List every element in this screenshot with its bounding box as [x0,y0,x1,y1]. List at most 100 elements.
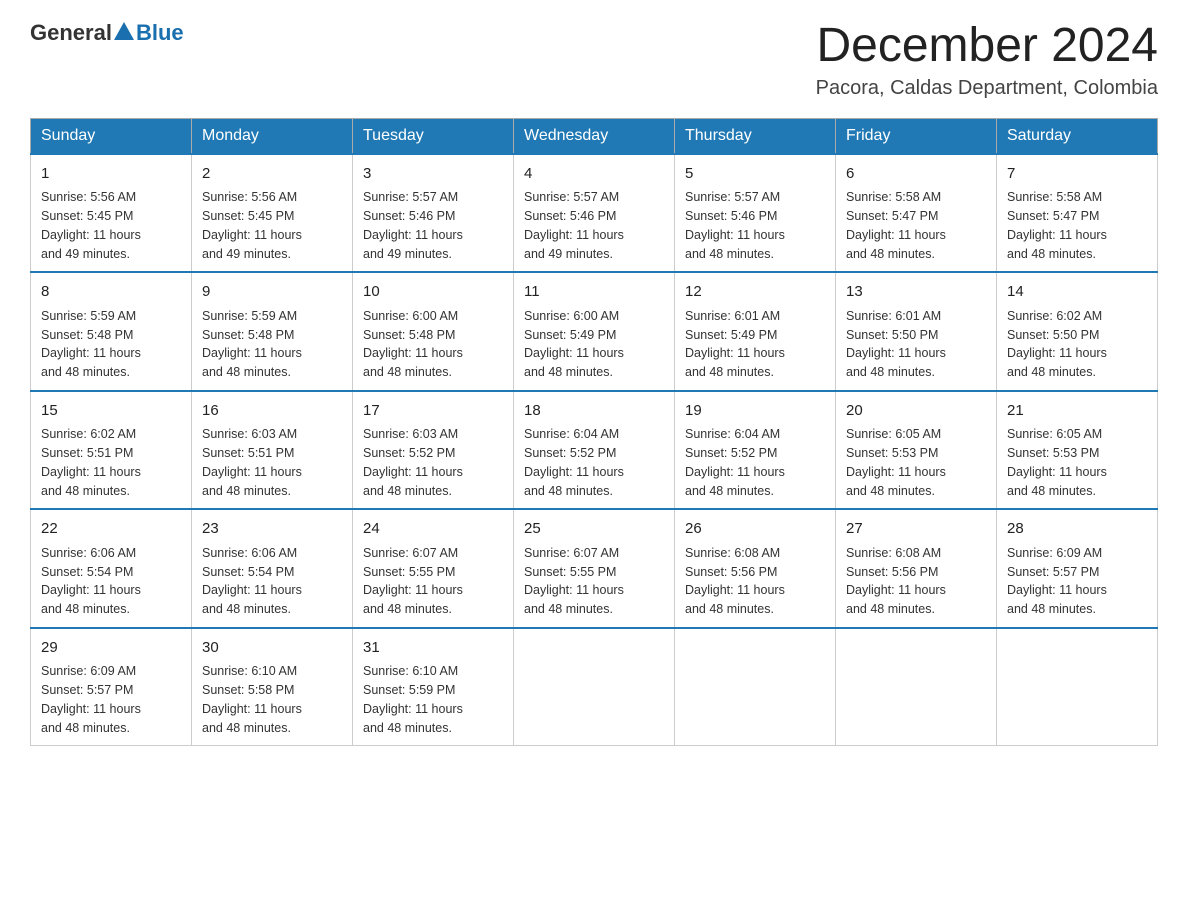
calendar-cell: 10Sunrise: 6:00 AMSunset: 5:48 PMDayligh… [353,272,514,391]
day-info: Sunrise: 6:03 AMSunset: 5:51 PMDaylight:… [202,425,342,500]
day-number: 28 [1007,518,1147,541]
day-info: Sunrise: 6:08 AMSunset: 5:56 PMDaylight:… [846,544,986,619]
calendar-cell: 23 Sunrise: 6:06 AMSunset: 5:54 PMDayligh… [192,509,353,628]
day-info: Sunrise: 5:59 AMSunset: 5:48 PMDaylight:… [41,307,181,382]
day-info: Sunrise: 5:57 AMSunset: 5:46 PMDaylight:… [524,188,664,263]
page-title: December 2024 [816,20,1158,73]
calendar-cell: 24 Sunrise: 6:07 AMSunset: 5:55 PMDayligh… [353,509,514,628]
calendar-cell: 29Sunrise: 6:09 AMSunset: 5:57 PMDayligh… [31,628,192,746]
calendar-cell: 1Sunrise: 5:56 AMSunset: 5:45 PMDaylight… [31,154,192,273]
day-number: 7 [1007,163,1147,186]
calendar-table: SundayMondayTuesdayWednesdayThursdayFrid… [30,118,1158,747]
day-info: Sunrise: 6:04 AMSunset: 5:52 PMDaylight:… [524,425,664,500]
day-info: Sunrise: 5:57 AMSunset: 5:46 PMDaylight:… [363,188,503,263]
day-info: Sunrise: 6:10 AMSunset: 5:59 PMDaylight:… [363,662,503,737]
day-number: 5 [685,163,825,186]
day-of-week-header: Saturday [997,118,1158,154]
calendar-cell [836,628,997,746]
calendar-cell: 31Sunrise: 6:10 AMSunset: 5:59 PMDayligh… [353,628,514,746]
day-number: 1 [41,163,181,186]
calendar-cell: 17Sunrise: 6:03 AMSunset: 5:52 PMDayligh… [353,391,514,510]
day-number: 31 [363,637,503,660]
logo: General Blue [30,20,184,46]
day-number: 13 [846,281,986,304]
day-info: Sunrise: 5:56 AMSunset: 5:45 PMDaylight:… [41,188,181,263]
day-number: 6 [846,163,986,186]
day-info: Sunrise: 6:00 AMSunset: 5:48 PMDaylight:… [363,307,503,382]
day-number: 11 [524,281,664,304]
day-number: 27 [846,518,986,541]
day-info: Sunrise: 6:07 AMSunset: 5:55 PMDaylight:… [524,544,664,619]
day-number: 12 [685,281,825,304]
day-number: 21 [1007,400,1147,423]
calendar-cell: 18Sunrise: 6:04 AMSunset: 5:52 PMDayligh… [514,391,675,510]
day-number: 18 [524,400,664,423]
day-number: 14 [1007,281,1147,304]
calendar-cell: 13 Sunrise: 6:01 AMSunset: 5:50 PMDayligh… [836,272,997,391]
day-info: Sunrise: 6:02 AMSunset: 5:51 PMDaylight:… [41,425,181,500]
calendar-cell: 11Sunrise: 6:00 AMSunset: 5:49 PMDayligh… [514,272,675,391]
day-info: Sunrise: 6:03 AMSunset: 5:52 PMDaylight:… [363,425,503,500]
header-right: December 2024 Pacora, Caldas Department,… [816,20,1158,100]
day-number: 24 [363,518,503,541]
day-info: Sunrise: 6:10 AMSunset: 5:58 PMDaylight:… [202,662,342,737]
day-number: 29 [41,637,181,660]
calendar-cell [514,628,675,746]
day-info: Sunrise: 6:06 AMSunset: 5:54 PMDaylight:… [41,544,181,619]
calendar-week-row: 29Sunrise: 6:09 AMSunset: 5:57 PMDayligh… [31,628,1158,746]
calendar-cell: 30Sunrise: 6:10 AMSunset: 5:58 PMDayligh… [192,628,353,746]
day-info: Sunrise: 6:07 AMSunset: 5:55 PMDaylight:… [363,544,503,619]
day-number: 9 [202,281,342,304]
calendar-cell: 22 Sunrise: 6:06 AMSunset: 5:54 PMDayligh… [31,509,192,628]
day-number: 15 [41,400,181,423]
calendar-body: 1Sunrise: 5:56 AMSunset: 5:45 PMDaylight… [31,154,1158,746]
day-number: 20 [846,400,986,423]
day-of-week-header: Monday [192,118,353,154]
logo-text-general: General [30,20,112,46]
calendar-cell: 25Sunrise: 6:07 AMSunset: 5:55 PMDayligh… [514,509,675,628]
day-number: 16 [202,400,342,423]
calendar-cell: 15Sunrise: 6:02 AMSunset: 5:51 PMDayligh… [31,391,192,510]
day-number: 4 [524,163,664,186]
day-info: Sunrise: 5:59 AMSunset: 5:48 PMDaylight:… [202,307,342,382]
day-number: 23 [202,518,342,541]
day-number: 17 [363,400,503,423]
calendar-cell: 9 Sunrise: 5:59 AMSunset: 5:48 PMDaylight… [192,272,353,391]
day-info: Sunrise: 6:01 AMSunset: 5:50 PMDaylight:… [846,307,986,382]
day-of-week-header: Tuesday [353,118,514,154]
day-info: Sunrise: 5:57 AMSunset: 5:46 PMDaylight:… [685,188,825,263]
day-number: 26 [685,518,825,541]
calendar-cell: 7Sunrise: 5:58 AMSunset: 5:47 PMDaylight… [997,154,1158,273]
day-info: Sunrise: 6:02 AMSunset: 5:50 PMDaylight:… [1007,307,1147,382]
calendar-week-row: 22 Sunrise: 6:06 AMSunset: 5:54 PMDayligh… [31,509,1158,628]
calendar-header: SundayMondayTuesdayWednesdayThursdayFrid… [31,118,1158,154]
calendar-cell: 2Sunrise: 5:56 AMSunset: 5:45 PMDaylight… [192,154,353,273]
day-info: Sunrise: 5:58 AMSunset: 5:47 PMDaylight:… [846,188,986,263]
calendar-cell: 20Sunrise: 6:05 AMSunset: 5:53 PMDayligh… [836,391,997,510]
calendar-week-row: 15Sunrise: 6:02 AMSunset: 5:51 PMDayligh… [31,391,1158,510]
calendar-cell: 3Sunrise: 5:57 AMSunset: 5:46 PMDaylight… [353,154,514,273]
day-info: Sunrise: 6:09 AMSunset: 5:57 PMDaylight:… [1007,544,1147,619]
day-info: Sunrise: 6:05 AMSunset: 5:53 PMDaylight:… [1007,425,1147,500]
calendar-cell: 5Sunrise: 5:57 AMSunset: 5:46 PMDaylight… [675,154,836,273]
calendar-cell: 19Sunrise: 6:04 AMSunset: 5:52 PMDayligh… [675,391,836,510]
page-header: General Blue December 2024 Pacora, Calda… [30,20,1158,100]
calendar-cell: 14 Sunrise: 6:02 AMSunset: 5:50 PMDayligh… [997,272,1158,391]
calendar-cell [675,628,836,746]
calendar-week-row: 1Sunrise: 5:56 AMSunset: 5:45 PMDaylight… [31,154,1158,273]
day-of-week-header: Sunday [31,118,192,154]
day-info: Sunrise: 6:06 AMSunset: 5:54 PMDaylight:… [202,544,342,619]
day-info: Sunrise: 5:56 AMSunset: 5:45 PMDaylight:… [202,188,342,263]
day-of-week-header: Wednesday [514,118,675,154]
calendar-cell: 16Sunrise: 6:03 AMSunset: 5:51 PMDayligh… [192,391,353,510]
day-of-week-header: Thursday [675,118,836,154]
calendar-cell: 21Sunrise: 6:05 AMSunset: 5:53 PMDayligh… [997,391,1158,510]
day-info: Sunrise: 5:58 AMSunset: 5:47 PMDaylight:… [1007,188,1147,263]
day-info: Sunrise: 6:08 AMSunset: 5:56 PMDaylight:… [685,544,825,619]
calendar-cell: 8Sunrise: 5:59 AMSunset: 5:48 PMDaylight… [31,272,192,391]
logo-triangle-icon [114,22,134,40]
day-info: Sunrise: 6:04 AMSunset: 5:52 PMDaylight:… [685,425,825,500]
day-number: 22 [41,518,181,541]
calendar-cell: 6Sunrise: 5:58 AMSunset: 5:47 PMDaylight… [836,154,997,273]
calendar-cell: 4Sunrise: 5:57 AMSunset: 5:46 PMDaylight… [514,154,675,273]
